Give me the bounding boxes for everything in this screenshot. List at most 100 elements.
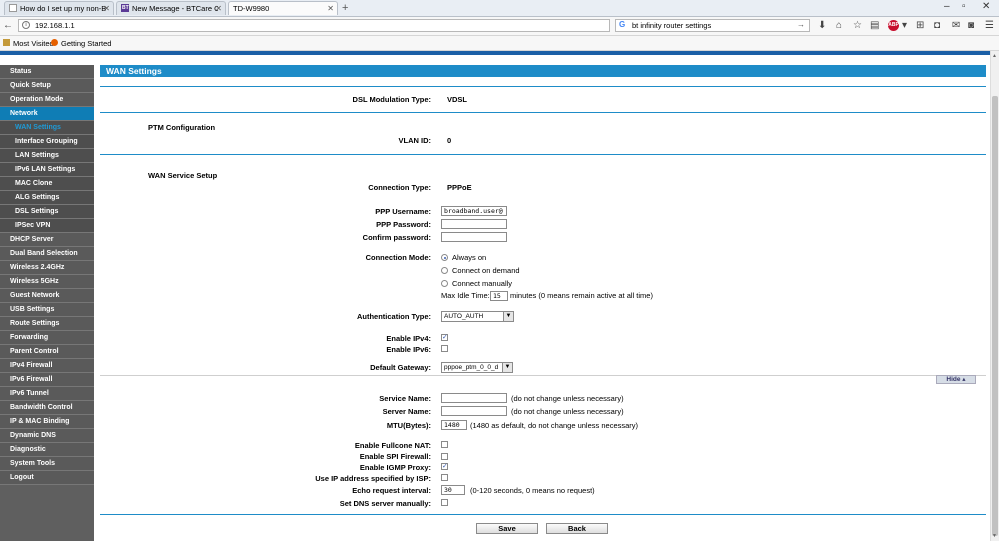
fullcone-nat-checkbox[interactable] [441, 441, 448, 448]
search-go-icon[interactable]: → [797, 20, 805, 29]
sidebar-item-wan-settings[interactable]: WAN Settings [0, 121, 94, 135]
mtu-input[interactable]: 1480 [441, 420, 467, 430]
pocket-icon[interactable]: ◘ [934, 20, 940, 31]
page-scrollbar[interactable]: ▲ ▼ [990, 51, 999, 541]
sidebar-item-bandwidth-control[interactable]: Bandwidth Control [0, 401, 94, 415]
service-name-note: (do not change unless necessary) [511, 394, 624, 403]
chat-icon[interactable]: ◙ [968, 20, 974, 31]
igmp-proxy-label: Enable IGMP Proxy: [359, 463, 431, 472]
sidebar-item-ipv6-lan-settings[interactable]: IPv6 LAN Settings [0, 163, 94, 177]
home-icon[interactable]: ⌂ [836, 20, 842, 31]
bookmark-most-visited[interactable]: Most Visited [3, 39, 54, 48]
browser-tab-1[interactable]: How do I set up my non-B... ✕ [4, 1, 114, 15]
sidebar-item-wireless-5ghz[interactable]: Wireless 5GHz [0, 275, 94, 289]
service-name-input[interactable] [441, 393, 507, 403]
sidebar-item-interface-grouping[interactable]: Interface Grouping [0, 135, 94, 149]
bookmarks-list-icon[interactable]: ▤ [870, 20, 879, 31]
sidebar-item-ipv6-tunnel[interactable]: IPv6 Tunnel [0, 387, 94, 401]
sidebar-item-usb-settings[interactable]: USB Settings [0, 303, 94, 317]
sidebar-item-quick-setup[interactable]: Quick Setup [0, 79, 94, 93]
close-tab-icon[interactable]: ✕ [327, 4, 334, 13]
star-icon[interactable]: ☆ [853, 20, 862, 31]
tab-title: TD-W9980 [233, 4, 270, 13]
menu-icon[interactable]: ☰ [985, 20, 994, 31]
divider [100, 154, 986, 155]
maximize-icon[interactable]: ▫ [962, 1, 966, 12]
grid-icon[interactable]: ⊞ [916, 20, 924, 31]
wan-settings-panel: WAN Settings DSL Modulation Type: VDSL P… [96, 55, 990, 541]
sidebar-item-mac-clone[interactable]: MAC Clone [0, 177, 94, 191]
browser-tab-2[interactable]: BTNew Message - BTCare Co... ✕ [116, 1, 226, 15]
sidebar-item-ip-mac-binding[interactable]: IP & MAC Binding [0, 415, 94, 429]
dropdown-arrow-icon[interactable]: ▾ [902, 20, 907, 31]
enable-ipv6-label: Enable IPv6: [386, 345, 431, 354]
new-tab-icon[interactable]: + [342, 2, 348, 14]
close-window-icon[interactable]: ✕ [982, 1, 990, 12]
sidebar-item-ipv6-firewall[interactable]: IPv6 Firewall [0, 373, 94, 387]
scroll-up-icon[interactable]: ▲ [992, 53, 997, 59]
sidebar-item-status[interactable]: Status [0, 65, 94, 79]
hide-advanced-button[interactable]: Hide ▴ [936, 375, 976, 384]
connect-manually-radio[interactable] [441, 280, 448, 287]
enable-ipv6-checkbox[interactable] [441, 345, 448, 352]
adblock-icon[interactable]: ABP [888, 20, 899, 31]
connect-on-demand-radio[interactable] [441, 267, 448, 274]
server-name-label: Server Name: [382, 407, 431, 416]
divider [100, 514, 986, 515]
sidebar-item-forwarding[interactable]: Forwarding [0, 331, 94, 345]
tab-title: How do I set up my non-B... [20, 4, 106, 13]
bookmark-label: Getting Started [61, 39, 112, 48]
sidebar-item-wireless-2-4ghz[interactable]: Wireless 2.4GHz [0, 261, 94, 275]
mail-icon[interactable]: ✉ [952, 20, 960, 31]
spi-firewall-checkbox[interactable] [441, 453, 448, 460]
sidebar-item-network[interactable]: Network [0, 107, 94, 121]
bookmark-folder-icon [3, 39, 10, 46]
sidebar-item-route-settings[interactable]: Route Settings [0, 317, 94, 331]
url-bar[interactable]: i 192.168.1.1 [18, 19, 610, 32]
close-tab-icon[interactable]: ✕ [215, 4, 222, 13]
sidebar-item-dynamic-dns[interactable]: Dynamic DNS [0, 429, 94, 443]
connect-manually-label: Connect manually [452, 279, 513, 288]
sidebar-item-logout[interactable]: Logout [0, 471, 94, 485]
minimize-icon[interactable]: – [944, 1, 950, 12]
sidebar-item-dual-band-selection[interactable]: Dual Band Selection [0, 247, 94, 261]
echo-interval-input[interactable]: 30 [441, 485, 465, 495]
always-on-radio[interactable] [441, 254, 448, 261]
enable-ipv4-checkbox[interactable]: ✓ [441, 334, 448, 341]
isp-ip-label: Use IP address specified by ISP: [315, 474, 431, 483]
auth-type-select[interactable]: AUTO_AUTH ▼ [441, 311, 514, 322]
scroll-down-icon[interactable]: ▼ [992, 533, 997, 539]
max-idle-input[interactable]: 15 [490, 291, 508, 301]
bookmarks-toolbar: Most Visited Getting Started [0, 36, 999, 51]
sidebar-item-ipsec-vpn[interactable]: IPSec VPN [0, 219, 94, 233]
isp-ip-checkbox[interactable] [441, 474, 448, 481]
browser-tab-3[interactable]: TD-W9980 ✕ [228, 1, 338, 15]
server-name-input[interactable] [441, 406, 507, 416]
sidebar-item-lan-settings[interactable]: LAN Settings [0, 149, 94, 163]
confirm-password-input[interactable] [441, 232, 507, 242]
sidebar-item-diagnostic[interactable]: Diagnostic [0, 443, 94, 457]
default-gateway-select[interactable]: pppoe_ptm_0_0_d ▼ [441, 362, 513, 373]
sidebar-item-dsl-settings[interactable]: DSL Settings [0, 205, 94, 219]
back-arrow-icon[interactable]: ← [3, 20, 13, 31]
igmp-proxy-checkbox[interactable]: ✓ [441, 463, 448, 470]
scroll-thumb[interactable] [992, 96, 998, 536]
dns-manual-checkbox[interactable] [441, 499, 448, 506]
ppp-password-input[interactable] [441, 219, 507, 229]
ppp-username-input[interactable]: broadband.user@ [441, 206, 507, 216]
sidebar-item-operation-mode[interactable]: Operation Mode [0, 93, 94, 107]
close-tab-icon[interactable]: ✕ [103, 4, 110, 13]
bookmark-getting-started[interactable]: Getting Started [51, 39, 111, 48]
back-button[interactable]: Back [546, 523, 608, 534]
download-icon[interactable]: ⬇ [818, 20, 826, 31]
sidebar-item-dhcp-server[interactable]: DHCP Server [0, 233, 94, 247]
sidebar-item-guest-network[interactable]: Guest Network [0, 289, 94, 303]
sidebar-item-system-tools[interactable]: System Tools [0, 457, 94, 471]
wan-section-title: WAN Service Setup [148, 171, 218, 180]
search-box[interactable]: G bt infinity router settings → [615, 19, 810, 32]
sidebar-item-parent-control[interactable]: Parent Control [0, 345, 94, 359]
sidebar-item-alg-settings[interactable]: ALG Settings [0, 191, 94, 205]
sidebar-item-ipv4-firewall[interactable]: IPv4 Firewall [0, 359, 94, 373]
save-button[interactable]: Save [476, 523, 538, 534]
echo-interval-label: Echo request interval: [352, 486, 431, 495]
